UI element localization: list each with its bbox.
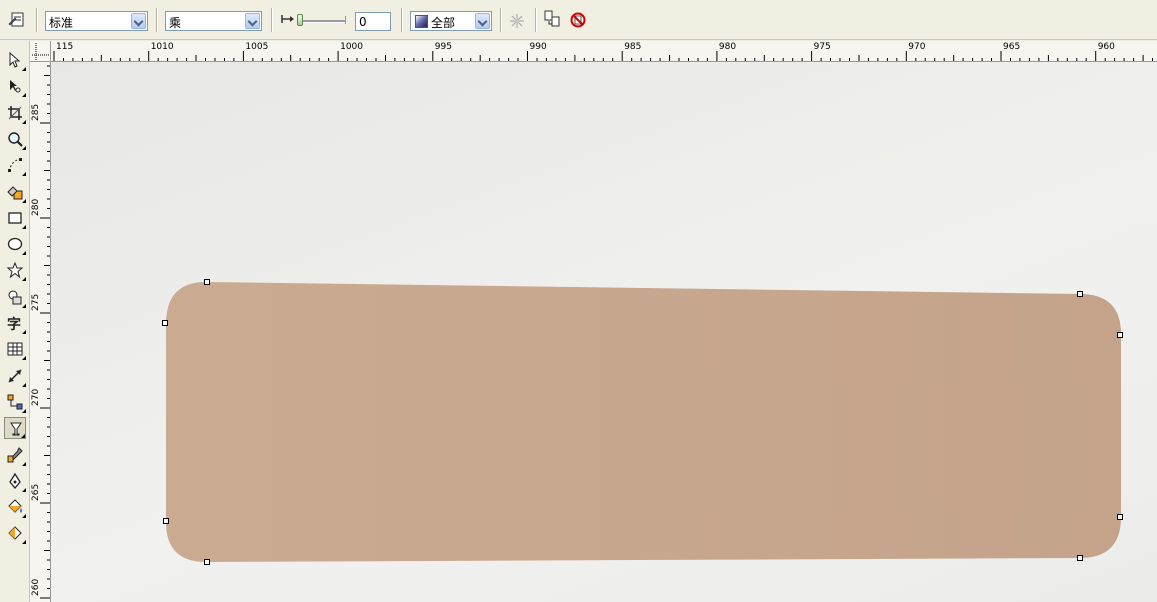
clear-transparency-icon[interactable] bbox=[569, 11, 589, 31]
selection-handle[interactable] bbox=[163, 518, 169, 524]
flyout-indicator bbox=[22, 540, 26, 545]
ruler-label: 995 bbox=[434, 42, 452, 52]
flyout-indicator bbox=[22, 93, 26, 98]
copy-transparency-icon[interactable] bbox=[543, 9, 563, 29]
flyout-indicator bbox=[22, 382, 26, 387]
flyout-indicator bbox=[22, 330, 26, 334]
selection-handle[interactable] bbox=[162, 320, 168, 326]
selection-handle[interactable] bbox=[204, 559, 210, 565]
ruler-label: 985 bbox=[624, 42, 642, 52]
ruler-label: 970 bbox=[908, 42, 926, 52]
flyout-indicator bbox=[22, 67, 26, 71]
opacity-amount-input[interactable]: 0 bbox=[355, 12, 391, 31]
tool-button-basic-shapes-tool[interactable] bbox=[4, 286, 26, 308]
tool-button-interactive-fill-tool[interactable] bbox=[4, 522, 26, 545]
ruler-origin-icon bbox=[32, 43, 49, 60]
tool-button-connector-tool[interactable] bbox=[4, 391, 26, 413]
ruler-label: 975 bbox=[813, 42, 831, 52]
ruler-origin[interactable] bbox=[30, 41, 51, 62]
tool-button-shape-tool[interactable] bbox=[4, 75, 26, 98]
selection-handle[interactable] bbox=[1077, 555, 1083, 561]
flyout-indicator bbox=[22, 224, 26, 229]
ruler-label: 980 bbox=[718, 42, 737, 52]
ruler-label: 115 bbox=[56, 42, 74, 52]
tool-button-smart-fill-tool[interactable] bbox=[4, 181, 26, 203]
tool-button-pick-tool[interactable] bbox=[4, 49, 26, 71]
opacity-slider-track[interactable] bbox=[298, 20, 346, 23]
tool-button-transparency-tool[interactable] bbox=[4, 417, 26, 440]
freeze-transparency-icon[interactable] bbox=[507, 11, 527, 31]
flyout-indicator bbox=[22, 145, 26, 150]
tool-button-polygon-tool[interactable] bbox=[4, 259, 26, 282]
transparency-properties-icon[interactable] bbox=[7, 10, 27, 30]
merge-mode-combo[interactable]: 乘 bbox=[165, 11, 262, 31]
vertical-ruler[interactable]: 285 280 275 270 265 260 bbox=[30, 62, 51, 602]
drawing-canvas[interactable] bbox=[51, 62, 1157, 602]
selection-handle[interactable] bbox=[1077, 291, 1083, 297]
tool-button-crop-tool[interactable] bbox=[4, 102, 26, 124]
opacity-slider-end bbox=[345, 16, 346, 24]
horizontal-ruler-ticks bbox=[53, 51, 1153, 61]
canvas-svg bbox=[166, 282, 1121, 562]
transparency-scope-value: 全部 bbox=[431, 16, 456, 30]
opacity-slider-thumb[interactable] bbox=[297, 14, 303, 26]
merge-mode-value: 乘 bbox=[169, 16, 182, 30]
tool-button-zoom-tool[interactable] bbox=[4, 128, 26, 150]
tool-button-fill-tool[interactable] bbox=[4, 496, 26, 519]
ruler-label: 1005 bbox=[245, 42, 269, 52]
ruler-label: 965 bbox=[1003, 42, 1021, 52]
ruler-label: 275 bbox=[31, 293, 41, 311]
flyout-indicator bbox=[22, 303, 26, 308]
flyout-indicator bbox=[22, 119, 26, 124]
flyout-indicator bbox=[22, 172, 26, 177]
flyout-indicator bbox=[22, 487, 26, 492]
ruler-label: 1000 bbox=[340, 42, 363, 52]
flyout-indicator bbox=[22, 408, 26, 413]
ruler-label: 260 bbox=[31, 578, 41, 596]
preset-combo[interactable]: 标准 bbox=[45, 11, 148, 31]
tool-button-table-tool[interactable] bbox=[4, 338, 26, 361]
selection-handle[interactable] bbox=[1117, 514, 1123, 520]
transparency-scope-combo[interactable]: 全部 bbox=[410, 11, 492, 31]
ruler-label: 270 bbox=[31, 388, 41, 406]
horizontal-ruler[interactable]: 115 1010 1005 1000 995 990 985 980 975 970 965 960 bbox=[51, 41, 1157, 62]
flyout-indicator bbox=[22, 251, 26, 256]
ruler-label: 1010 bbox=[150, 42, 174, 52]
fill-swatch-icon bbox=[415, 15, 428, 28]
tool-button-eyedropper-tool[interactable] bbox=[4, 444, 26, 466]
flyout-indicator bbox=[22, 356, 26, 361]
flyout-indicator bbox=[22, 514, 26, 519]
chevron-down-icon[interactable] bbox=[245, 13, 260, 29]
chevron-down-icon[interactable] bbox=[475, 13, 490, 29]
ruler-label: 960 bbox=[1097, 42, 1115, 52]
ruler-label: 285 bbox=[31, 103, 41, 121]
tool-button-ellipse-tool[interactable] bbox=[4, 233, 26, 256]
tool-button-dimension-tool[interactable] bbox=[4, 365, 26, 387]
tool-button-outline-tool[interactable] bbox=[4, 470, 26, 492]
flyout-indicator bbox=[22, 461, 26, 466]
selection-handle[interactable] bbox=[1117, 332, 1123, 338]
selection-handle[interactable] bbox=[204, 279, 210, 285]
rounded-quadrilateral-shape[interactable] bbox=[166, 282, 1121, 562]
vertical-ruler-ticks bbox=[40, 65, 50, 599]
preset-combo-value: 标准 bbox=[49, 16, 74, 30]
tool-button-rectangle-tool[interactable] bbox=[4, 207, 26, 229]
tool-button-freehand-tool[interactable] bbox=[4, 154, 26, 177]
flyout-indicator bbox=[21, 434, 25, 439]
tool-button-text-tool[interactable]: 字 bbox=[4, 312, 26, 334]
flyout-indicator bbox=[22, 277, 26, 282]
ruler-label: 990 bbox=[529, 42, 547, 52]
ruler-label: 280 bbox=[31, 198, 41, 216]
svg-text:字: 字 bbox=[7, 316, 21, 332]
ruler-label: 265 bbox=[31, 483, 41, 501]
flyout-indicator bbox=[22, 198, 26, 203]
chevron-down-icon[interactable] bbox=[131, 13, 146, 29]
property-bar: 标准 乘 0 全部 bbox=[0, 0, 1157, 40]
toolbox: 字 bbox=[0, 41, 30, 602]
